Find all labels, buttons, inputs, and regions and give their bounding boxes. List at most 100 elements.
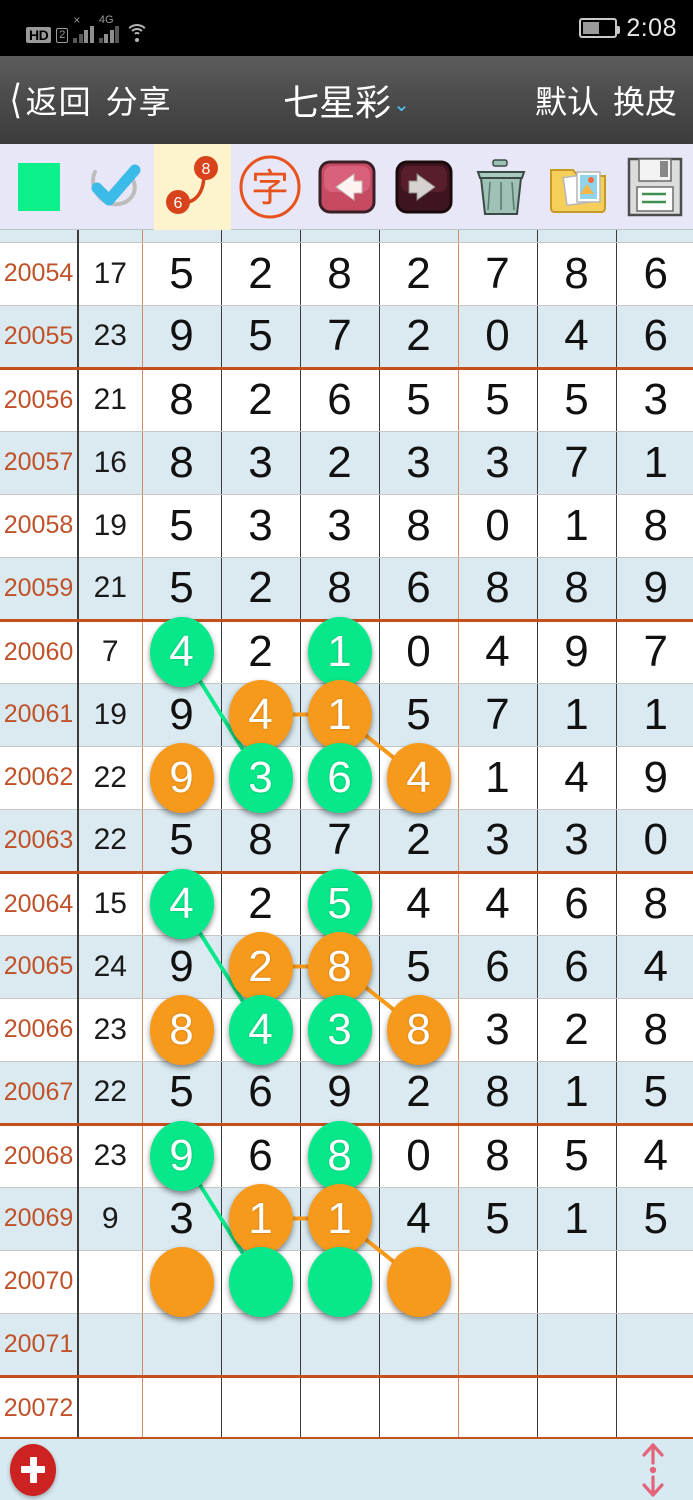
digit-cell[interactable]: 8 <box>379 994 459 1065</box>
table-row[interactable]: 20060 7 4 2 1 0 4 9 7 <box>0 617 693 687</box>
digit-cell[interactable]: 9 <box>616 557 693 622</box>
digit-cell[interactable]: 5 <box>142 494 222 558</box>
marker-green[interactable]: 8 <box>307 1121 372 1191</box>
digit-cell[interactable]: 4 <box>379 1187 459 1251</box>
digit-cell[interactable]: 2 <box>537 998 617 1062</box>
digit-cell[interactable]: 9 <box>142 935 222 999</box>
digit-cell[interactable]: 7 <box>300 809 380 874</box>
table-row[interactable]: 20066 23 8 4 3 8 3 2 8 <box>0 994 693 1065</box>
digit-cell[interactable]: 4 <box>537 746 617 810</box>
marker-orange[interactable]: 8 <box>149 994 214 1065</box>
digit-cell[interactable] <box>537 1313 617 1378</box>
digit-cell[interactable] <box>379 1246 459 1317</box>
digit-cell[interactable]: 4 <box>616 1124 693 1188</box>
default-button[interactable]: 默认 <box>535 77 599 123</box>
digit-cell[interactable] <box>300 1376 380 1440</box>
toolbar-item-color-swatch[interactable] <box>0 144 77 230</box>
digit-cell[interactable]: 8 <box>616 998 693 1062</box>
digit-cell[interactable]: 1 <box>537 1187 617 1251</box>
add-button[interactable] <box>10 1443 56 1496</box>
digit-cell[interactable]: 3 <box>458 809 538 874</box>
digit-cell[interactable]: 2 <box>221 931 301 1002</box>
digit-cell[interactable]: 2 <box>221 620 301 684</box>
digit-cell[interactable]: 9 <box>537 620 617 684</box>
digit-cell[interactable]: 5 <box>458 1187 538 1251</box>
digit-cell[interactable]: 3 <box>616 368 693 432</box>
digit-cell[interactable] <box>300 1246 380 1317</box>
marker-orange[interactable]: 1 <box>228 1183 293 1254</box>
digit-cell[interactable]: 0 <box>379 620 459 684</box>
digit-cell[interactable] <box>221 1376 301 1440</box>
marker-orange[interactable]: 1 <box>307 679 372 750</box>
digit-cell[interactable]: 1 <box>616 683 693 747</box>
digit-cell[interactable]: 8 <box>221 809 301 874</box>
digit-cell[interactable]: 3 <box>221 742 301 813</box>
marker-orange[interactable]: 8 <box>386 994 451 1065</box>
digit-cell[interactable]: 6 <box>616 242 693 306</box>
digit-cell[interactable]: 8 <box>300 1121 380 1191</box>
digit-cell[interactable]: 3 <box>221 431 301 495</box>
digit-cell[interactable]: 6 <box>221 1061 301 1126</box>
digit-cell[interactable] <box>142 1246 222 1317</box>
digit-cell[interactable]: 8 <box>616 494 693 558</box>
digit-cell[interactable]: 5 <box>300 869 380 939</box>
title-dropdown[interactable]: 七星彩 ⌄ <box>283 74 410 126</box>
table-row[interactable]: 20067 22 5 6 9 2 8 1 5 <box>0 1061 693 1126</box>
digit-cell[interactable]: 2 <box>379 305 459 370</box>
digit-cell[interactable]: 8 <box>300 557 380 622</box>
digit-cell[interactable]: 5 <box>142 1061 222 1126</box>
marker-green[interactable]: 5 <box>307 869 372 939</box>
digit-cell[interactable] <box>142 1313 222 1378</box>
digit-cell[interactable]: 5 <box>379 935 459 999</box>
toolbar-item-connector[interactable]: 8 6 <box>154 144 231 230</box>
digit-cell[interactable]: 9 <box>142 683 222 747</box>
digit-cell[interactable]: 0 <box>379 1124 459 1188</box>
digit-cell[interactable]: 8 <box>142 368 222 432</box>
digit-cell[interactable]: 3 <box>458 431 538 495</box>
digit-cell[interactable] <box>616 1376 693 1440</box>
digit-cell[interactable] <box>458 1250 538 1314</box>
digit-cell[interactable] <box>300 1313 380 1378</box>
marker-green[interactable]: 4 <box>149 617 214 687</box>
digit-cell[interactable]: 3 <box>537 809 617 874</box>
digit-cell[interactable]: 8 <box>300 242 380 306</box>
digit-cell[interactable]: 2 <box>379 242 459 306</box>
digit-cell[interactable]: 2 <box>221 872 301 936</box>
marker-orange[interactable]: 9 <box>149 742 214 813</box>
digit-cell[interactable]: 0 <box>458 494 538 558</box>
share-button[interactable]: 分享 <box>106 77 172 123</box>
digit-cell[interactable]: 4 <box>458 620 538 684</box>
digit-cell[interactable] <box>221 1313 301 1378</box>
digit-cell[interactable]: 8 <box>537 557 617 622</box>
digit-cell[interactable]: 4 <box>142 869 222 939</box>
table-row[interactable]: 20056 21 8 2 6 5 5 5 3 <box>0 368 693 432</box>
digit-cell[interactable]: 6 <box>537 872 617 936</box>
marker-orange[interactable]: 1 <box>307 1183 372 1254</box>
digit-cell[interactable]: 1 <box>300 1183 380 1254</box>
digit-cell[interactable]: 9 <box>300 1061 380 1126</box>
marker-green[interactable]: 1 <box>307 617 372 687</box>
digit-cell[interactable]: 8 <box>300 931 380 1002</box>
digit-cell[interactable] <box>379 1376 459 1440</box>
table-row[interactable]: 20054 17 5 2 8 2 7 8 6 <box>0 242 693 306</box>
digit-cell[interactable]: 1 <box>537 1061 617 1126</box>
digit-cell[interactable]: 1 <box>616 431 693 495</box>
marker-orange[interactable] <box>386 1246 451 1317</box>
marker-green[interactable] <box>228 1246 293 1317</box>
marker-green[interactable]: 6 <box>307 742 372 813</box>
digit-cell[interactable]: 3 <box>458 998 538 1062</box>
digit-cell[interactable]: 2 <box>300 431 380 495</box>
marker-orange[interactable]: 8 <box>307 931 372 1002</box>
digit-cell[interactable]: 2 <box>379 809 459 874</box>
digit-cell[interactable]: 4 <box>616 935 693 999</box>
digit-cell[interactable] <box>458 1313 538 1378</box>
digit-cell[interactable]: 6 <box>616 305 693 370</box>
digit-cell[interactable]: 7 <box>537 431 617 495</box>
digit-cell[interactable]: 5 <box>379 368 459 432</box>
digit-cell[interactable] <box>221 1246 301 1317</box>
toolbar-item-open-folder[interactable] <box>539 144 616 230</box>
toolbar-item-undo[interactable] <box>308 144 385 230</box>
digit-cell[interactable]: 3 <box>300 494 380 558</box>
digit-cell[interactable]: 3 <box>379 431 459 495</box>
digit-cell[interactable]: 8 <box>616 872 693 936</box>
